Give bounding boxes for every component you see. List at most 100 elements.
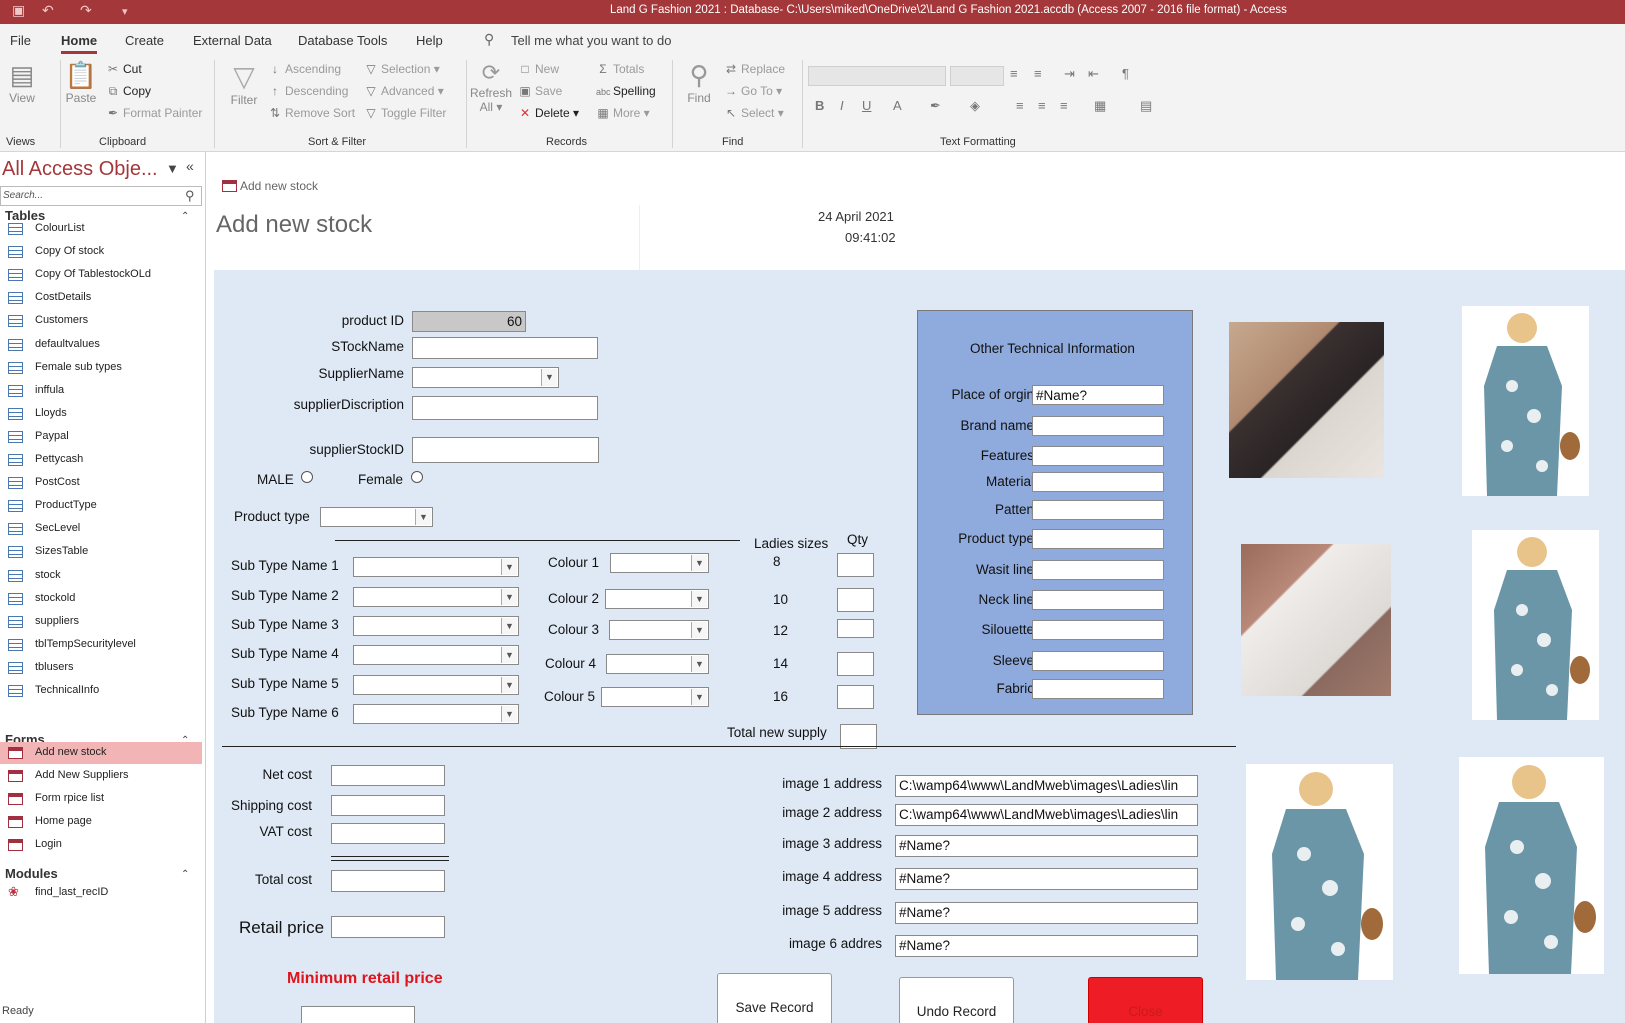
section-modules[interactable]: Modules	[5, 866, 58, 881]
nav-table-item[interactable]: SecLevel	[0, 518, 202, 540]
nav-table-item[interactable]: CostDetails	[0, 287, 202, 309]
tech-field-input[interactable]	[1032, 529, 1164, 549]
subtype-dropdown[interactable]: ▼	[353, 587, 519, 607]
underline-icon[interactable]: U	[862, 98, 871, 113]
qty-field[interactable]	[837, 685, 874, 709]
format-painter-button[interactable]: ✒ Format Painter	[106, 106, 202, 120]
save-icon[interactable]: ▣	[12, 2, 25, 19]
qty-field[interactable]	[837, 619, 874, 638]
nav-form-item[interactable]: Add new stock	[0, 742, 202, 764]
image-address-field[interactable]: #Name?	[895, 835, 1198, 857]
image-address-field[interactable]: C:\wamp64\www\LandMweb\images\Ladies\lin	[895, 775, 1198, 797]
bold-icon[interactable]: B	[815, 98, 824, 113]
indent-increase-icon[interactable]: ⇥	[1064, 66, 1075, 82]
nav-table-item[interactable]: stock	[0, 565, 202, 587]
spelling-button[interactable]: abc Spelling	[596, 84, 656, 98]
tab-help[interactable]: Help	[416, 33, 443, 48]
save-record-form-button[interactable]: Save Record	[717, 973, 832, 1023]
shutter-bar-close-icon[interactable]: «	[186, 158, 194, 174]
nav-table-item[interactable]: stockold	[0, 588, 202, 610]
save-record-button[interactable]: ▣ Save	[518, 84, 562, 98]
ascending-button[interactable]: ↓ Ascending	[268, 62, 341, 76]
goto-button[interactable]: → Go To ▾	[724, 84, 782, 98]
find-button[interactable]: ⚲ Find	[680, 60, 718, 105]
tech-field-input[interactable]	[1032, 651, 1164, 671]
supplier-name-dropdown[interactable]: ▼	[412, 367, 559, 388]
colour-dropdown[interactable]: ▼	[610, 553, 709, 573]
female-radio[interactable]	[411, 471, 423, 483]
colour-dropdown[interactable]: ▼	[606, 654, 709, 674]
tech-field-input[interactable]	[1032, 590, 1164, 610]
tab-external-data[interactable]: External Data	[193, 33, 272, 48]
align-left-icon[interactable]: ≡	[1016, 98, 1024, 113]
qty-field[interactable]	[837, 652, 874, 676]
product-id-field[interactable]: 60	[412, 311, 526, 332]
paragraph-icon[interactable]: ¶	[1122, 66, 1129, 81]
nav-table-item[interactable]: inffula	[0, 380, 202, 402]
tech-field-input[interactable]	[1032, 560, 1164, 580]
align-right-icon[interactable]: ≡	[1060, 98, 1068, 113]
tab-file[interactable]: File	[10, 33, 31, 48]
nav-table-item[interactable]: Female sub types	[0, 357, 202, 379]
filter-button[interactable]: ▽ Filter	[226, 60, 262, 107]
cut-button[interactable]: ✂ Cut	[106, 62, 142, 76]
highlight-icon[interactable]: ✒	[930, 98, 941, 114]
copy-button[interactable]: ⧉ Copy	[106, 84, 151, 99]
nav-table-item[interactable]: Pettycash	[0, 449, 202, 471]
numbering-icon[interactable]: ≡	[1034, 66, 1042, 81]
colour-dropdown[interactable]: ▼	[609, 620, 709, 640]
view-button[interactable]: ▤ View	[6, 60, 38, 105]
net-cost-field[interactable]	[331, 765, 445, 786]
nav-table-item[interactable]: defaultvalues	[0, 334, 202, 356]
nav-table-item[interactable]: ProductType	[0, 495, 202, 517]
replace-button[interactable]: ⇄ Replace	[724, 62, 785, 76]
nav-table-item[interactable]: tblTempSecuritylevel	[0, 634, 202, 656]
subtype-dropdown[interactable]: ▼	[353, 704, 519, 724]
descending-button[interactable]: ↑ Descending	[268, 84, 348, 98]
supplier-stock-id-field[interactable]	[412, 437, 599, 463]
nav-module-item[interactable]: ❀ find_last_recID	[0, 882, 202, 904]
paste-button[interactable]: 📋 Paste	[64, 60, 98, 105]
subtype-dropdown[interactable]: ▼	[353, 557, 519, 577]
product-type-dropdown[interactable]: ▼	[320, 507, 433, 527]
redo-icon[interactable]: ↷	[80, 2, 92, 19]
undo-icon[interactable]: ↶	[42, 2, 54, 19]
nav-table-item[interactable]: Paypal	[0, 426, 202, 448]
nav-form-item[interactable]: Login	[0, 834, 202, 856]
customize-qat-icon[interactable]: ▾	[122, 5, 128, 18]
nav-table-item[interactable]: Customers	[0, 310, 202, 332]
nav-search-input[interactable]: Search... ⚲	[0, 186, 202, 206]
male-radio[interactable]	[301, 471, 313, 483]
nav-form-item[interactable]: Home page	[0, 811, 202, 833]
tech-field-input[interactable]: #Name?	[1032, 385, 1164, 405]
gridlines-icon[interactable]: ▦	[1094, 98, 1106, 114]
form-tab[interactable]: Add new stock	[214, 176, 1625, 196]
tab-database-tools[interactable]: Database Tools	[298, 33, 387, 48]
nav-table-item[interactable]: tblusers	[0, 657, 202, 679]
qty-field[interactable]	[837, 553, 874, 577]
nav-menu-icon[interactable]: ▼	[166, 161, 179, 176]
nav-table-item[interactable]: SizesTable	[0, 541, 202, 563]
tech-field-input[interactable]	[1032, 500, 1164, 520]
select-button[interactable]: ↖ Select ▾	[724, 106, 784, 120]
nav-table-item[interactable]: TechnicalInfo	[0, 680, 202, 702]
more-button[interactable]: ▦ More ▾	[596, 106, 649, 120]
stock-name-field[interactable]	[412, 337, 598, 359]
subtype-dropdown[interactable]: ▼	[353, 675, 519, 695]
tech-field-input[interactable]	[1032, 472, 1164, 492]
nav-table-item[interactable]: ColourList	[0, 218, 202, 240]
delete-button[interactable]: ✕ Delete ▾	[518, 106, 579, 120]
min-retail-price-field[interactable]	[301, 1006, 415, 1023]
nav-table-item[interactable]: Lloyds	[0, 403, 202, 425]
tech-field-input[interactable]	[1032, 620, 1164, 640]
toggle-filter-button[interactable]: ▽ Toggle Filter	[364, 106, 446, 120]
image-address-field[interactable]: C:\wamp64\www\LandMweb\images\Ladies\lin	[895, 804, 1198, 826]
bullets-icon[interactable]: ≡	[1010, 66, 1018, 81]
nav-form-item[interactable]: Form rpice list	[0, 788, 202, 810]
refresh-all-button[interactable]: ⟳ Refresh All ▾	[470, 60, 512, 114]
subtype-dropdown[interactable]: ▼	[353, 645, 519, 665]
font-color-icon[interactable]: A	[893, 98, 902, 113]
remove-sort-button[interactable]: ⇅ Remove Sort	[268, 106, 355, 120]
collapse-modules-icon[interactable]: ⌃	[181, 869, 189, 880]
tech-field-input[interactable]	[1032, 446, 1164, 466]
